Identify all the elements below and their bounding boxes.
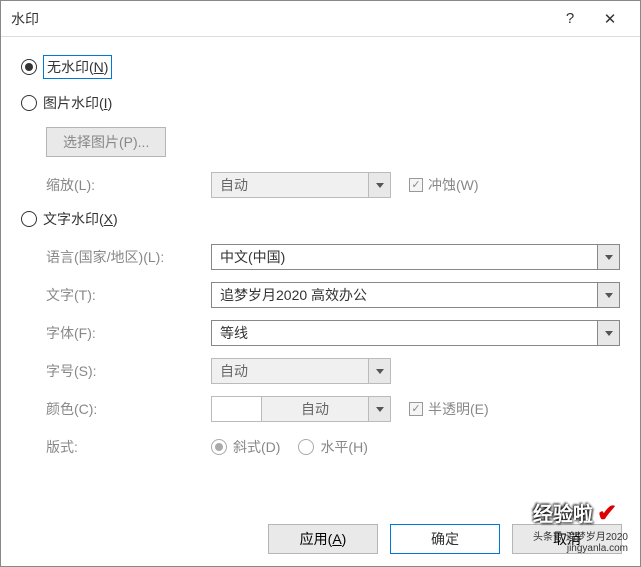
picture-group: 选择图片(P)... 缩放(L): 自动 ✓ 冲蚀(W): [46, 127, 620, 199]
washout-label: 冲蚀(W): [428, 175, 479, 195]
color-select[interactable]: 自动: [211, 396, 391, 422]
size-label: 字号(S):: [46, 361, 211, 381]
radio-text-watermark[interactable]: 文字水印(X): [21, 209, 620, 229]
diagonal-label: 斜式(D): [233, 437, 280, 457]
radio-icon: [21, 59, 37, 75]
font-select[interactable]: 等线: [211, 320, 620, 346]
scale-select[interactable]: 自动: [211, 172, 391, 198]
text-group: 语言(国家/地区)(L): 中文(中国) 文字(T): 追梦岁月2020 高效办…: [46, 243, 620, 461]
radio-horizontal[interactable]: 水平(H): [298, 437, 367, 457]
text-value: 追梦岁月2020 高效办公: [212, 285, 597, 305]
semitransparent-checkbox[interactable]: ✓: [409, 402, 423, 416]
color-value: 自动: [262, 399, 368, 419]
help-button[interactable]: ?: [550, 1, 590, 37]
radio-label: 文字水印(X): [43, 209, 118, 229]
font-label: 字体(F):: [46, 323, 211, 343]
radio-picture-watermark[interactable]: 图片水印(I): [21, 93, 620, 113]
scale-value: 自动: [212, 175, 368, 195]
washout-checkbox[interactable]: ✓: [409, 178, 423, 192]
chevron-down-icon: [368, 359, 390, 383]
radio-label: 无水印(N): [43, 55, 112, 79]
radio-label: 图片水印(I): [43, 93, 112, 113]
chevron-down-icon: [368, 397, 390, 421]
radio-icon: [21, 211, 37, 227]
check-icon: ✔: [597, 500, 617, 527]
logo-text: 经验啦: [533, 504, 593, 526]
language-value: 中文(中国): [212, 247, 597, 267]
horizontal-label: 水平(H): [320, 437, 367, 457]
layout-label: 版式:: [46, 437, 211, 457]
color-label: 颜色(C):: [46, 399, 211, 419]
chevron-down-icon: [597, 283, 619, 307]
close-button[interactable]: ✕: [590, 1, 630, 37]
color-swatch: [212, 397, 262, 421]
titlebar: 水印 ? ✕: [1, 1, 640, 37]
language-label: 语言(国家/地区)(L):: [46, 247, 211, 267]
language-select[interactable]: 中文(中国): [211, 244, 620, 270]
size-value: 自动: [212, 361, 368, 381]
chevron-down-icon: [597, 245, 619, 269]
radio-icon: [298, 439, 314, 455]
text-select[interactable]: 追梦岁月2020 高效办公: [211, 282, 620, 308]
chevron-down-icon: [597, 321, 619, 345]
select-picture-button[interactable]: 选择图片(P)...: [46, 127, 166, 157]
text-label: 文字(T):: [46, 285, 211, 305]
cancel-button[interactable]: 取消: [512, 524, 622, 554]
dialog-title: 水印: [11, 9, 550, 29]
size-select[interactable]: 自动: [211, 358, 391, 384]
ok-button[interactable]: 确定: [390, 524, 500, 554]
scale-label: 缩放(L):: [46, 175, 211, 195]
dialog-footer: 应用(A) 确定 取消: [268, 524, 622, 554]
dialog-content: 无水印(N) 图片水印(I) 选择图片(P)... 缩放(L): 自动 ✓ 冲蚀…: [1, 37, 640, 461]
radio-no-watermark[interactable]: 无水印(N): [21, 55, 620, 79]
apply-button[interactable]: 应用(A): [268, 524, 378, 554]
radio-icon: [211, 439, 227, 455]
chevron-down-icon: [368, 173, 390, 197]
radio-diagonal[interactable]: 斜式(D): [211, 437, 280, 457]
font-value: 等线: [212, 323, 597, 343]
semitransparent-label: 半透明(E): [428, 399, 489, 419]
radio-icon: [21, 95, 37, 111]
